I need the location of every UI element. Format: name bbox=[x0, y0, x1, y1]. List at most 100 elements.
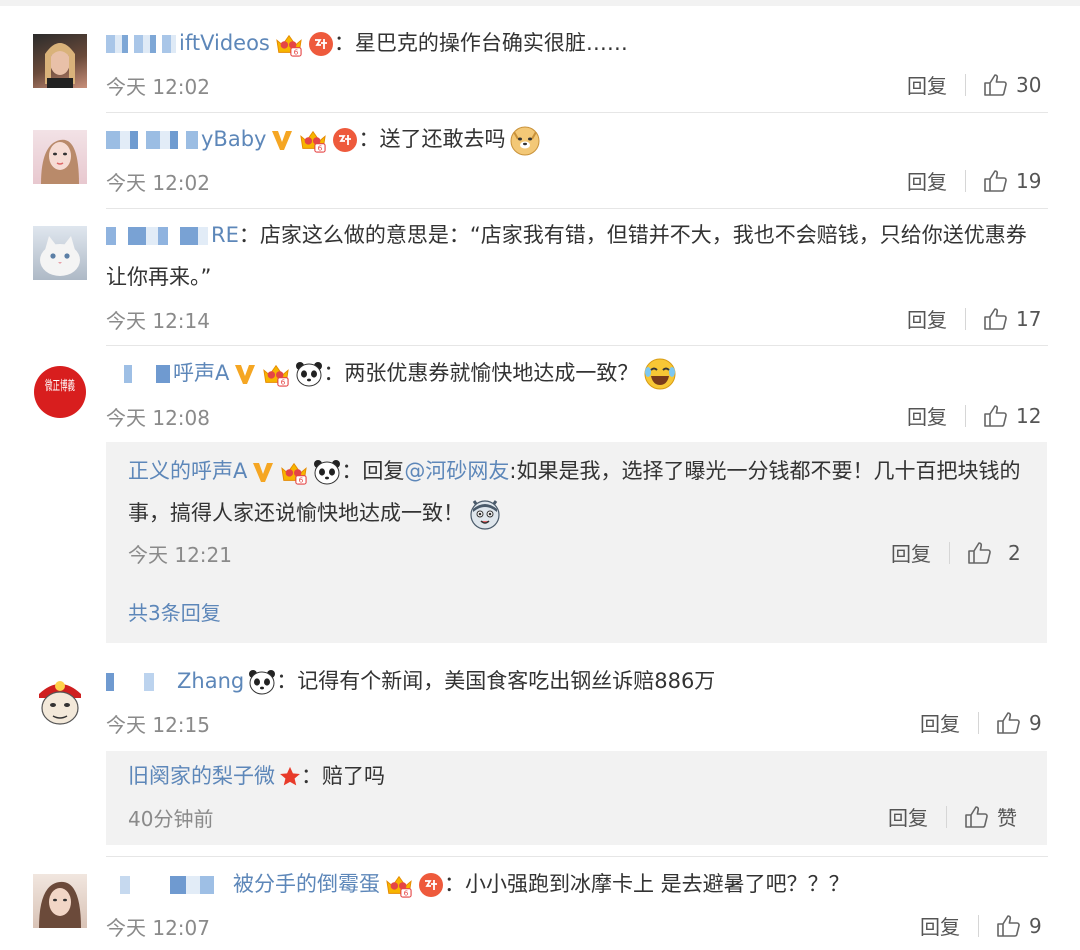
reply-text: 旧阕家的梨子微 ：赔了吗 bbox=[128, 755, 1028, 797]
avatar[interactable] bbox=[33, 226, 87, 280]
divider bbox=[978, 914, 979, 937]
comment-actions: 回复 9 bbox=[920, 708, 1042, 737]
timestamp: 今天 12:02 bbox=[106, 75, 210, 99]
like-count: 17 bbox=[1016, 306, 1042, 331]
doge-emoji bbox=[509, 124, 541, 156]
red-badge-icon bbox=[418, 872, 444, 898]
crown-icon bbox=[384, 872, 414, 898]
divider bbox=[978, 711, 979, 734]
comment-text: yBaby ：送了还敢去吗 bbox=[106, 118, 1041, 160]
thumbs-up-icon[interactable] bbox=[982, 306, 1008, 332]
username-mask bbox=[106, 131, 198, 149]
timestamp: 今天 12:21 bbox=[128, 543, 232, 567]
reply-body: ：赔了吗 bbox=[301, 764, 385, 788]
username-link[interactable]: yBaby bbox=[201, 127, 266, 151]
panda-icon bbox=[313, 459, 341, 485]
reply-prefix: ：回复 bbox=[341, 459, 405, 483]
divider bbox=[949, 541, 950, 564]
reply-button[interactable]: 回复 bbox=[888, 802, 928, 831]
comment-item: RE：店家这么做的意思是：“店家我有错，但错并不大，我也不会赔钱，只给你送优惠券… bbox=[0, 208, 1080, 345]
reply-button[interactable]: 回复 bbox=[920, 911, 960, 940]
comment-body: ：店家这么做的意思是：“店家我有错，但错并不大，我也不会赔钱，只给你送优惠券让你… bbox=[106, 223, 1027, 289]
thumbs-up-icon[interactable] bbox=[963, 804, 989, 830]
like-count: 30 bbox=[1016, 72, 1042, 97]
comment-body: ：送了还敢去吗 bbox=[358, 127, 506, 151]
thumbs-up-icon[interactable] bbox=[982, 168, 1008, 194]
comment-text: iftVideos ：星巴克的操作台确实很脏…… bbox=[106, 22, 1041, 64]
reply-button[interactable]: 回复 bbox=[891, 538, 931, 567]
comment-actions: 回复 30 bbox=[907, 70, 1041, 99]
username-link[interactable]: RE bbox=[211, 223, 239, 247]
reply-box: 旧阕家的梨子微 ：赔了吗 40分钟前 回复 赞 bbox=[106, 751, 1047, 845]
thumbs-up-icon[interactable] bbox=[966, 540, 992, 566]
reply-button[interactable]: 回复 bbox=[907, 401, 947, 430]
mention-link[interactable]: @河砂网友 bbox=[404, 459, 509, 483]
reply-button[interactable]: 回复 bbox=[907, 166, 947, 195]
reply-button[interactable]: 回复 bbox=[907, 304, 947, 333]
comment-body: ：星巴克的操作台确实很脏…… bbox=[333, 31, 628, 55]
comment-actions: 回复 12 bbox=[907, 401, 1041, 430]
divider bbox=[946, 805, 947, 828]
username-link[interactable]: iftVideos bbox=[179, 31, 270, 55]
like-count: 2 bbox=[1008, 540, 1021, 565]
crown-icon bbox=[279, 459, 309, 485]
divider bbox=[965, 307, 966, 330]
crown-icon bbox=[298, 127, 328, 153]
comment-item: 微正博義 呼声A ：两张优惠券就愉快地达成一致？ 今天 12:08 回复 12 正… bbox=[0, 345, 1080, 655]
username-link[interactable]: Zhang bbox=[177, 669, 244, 693]
timestamp: 40分钟前 bbox=[128, 807, 214, 831]
comment-body: ：记得有个新闻，美国食客吃出钢丝诉赔886万 bbox=[276, 669, 716, 693]
divider bbox=[965, 169, 966, 192]
red-badge-icon bbox=[332, 127, 358, 153]
comment-item: yBaby ：送了还敢去吗 今天 12:02 回复 19 bbox=[0, 112, 1080, 208]
like-count: 9 bbox=[1029, 913, 1042, 938]
avatar[interactable] bbox=[33, 130, 87, 184]
thumbs-up-icon[interactable] bbox=[982, 72, 1008, 98]
reply-username-link[interactable]: 旧阕家的梨子微 bbox=[128, 764, 275, 788]
like-count: 9 bbox=[1029, 710, 1042, 735]
vip-v-icon bbox=[233, 362, 257, 386]
thumbs-up-icon[interactable] bbox=[982, 403, 1008, 429]
timestamp: 今天 12:02 bbox=[106, 171, 210, 195]
reply-username-link[interactable]: 正义的呼声A bbox=[128, 459, 247, 483]
thumbs-up-icon[interactable] bbox=[995, 710, 1021, 736]
timestamp: 今天 12:07 bbox=[106, 916, 210, 940]
divider bbox=[965, 404, 966, 427]
username-link[interactable]: 呼声A bbox=[173, 361, 229, 385]
username-mask bbox=[106, 227, 208, 245]
timestamp: 今天 12:08 bbox=[106, 406, 210, 430]
comment-body: ：两张优惠券就愉快地达成一致？ bbox=[323, 361, 639, 385]
reply-text: 正义的呼声A ：回复@河砂网友:如果是我，选择了曝光一分钱都不要！几十百把块钱的事… bbox=[128, 450, 1028, 534]
avatar-seal-text: 微正博義 bbox=[45, 378, 75, 394]
like-count: 12 bbox=[1016, 403, 1042, 428]
reply-button[interactable]: 回复 bbox=[920, 708, 960, 737]
reply-actions: 回复 2 bbox=[891, 538, 1021, 567]
timestamp: 今天 12:15 bbox=[106, 713, 210, 737]
husky-emoji bbox=[468, 497, 502, 531]
avatar[interactable]: 微正博義 bbox=[33, 365, 87, 419]
comment-text: 被分手的倒霉蛋 ：小小强跑到冰摩卡上 是去避暑了吧？？？ bbox=[106, 863, 1041, 905]
divider bbox=[965, 73, 966, 96]
crown-icon bbox=[261, 361, 291, 387]
avatar[interactable] bbox=[33, 874, 87, 928]
username-mask bbox=[106, 673, 174, 691]
panda-icon bbox=[295, 361, 323, 387]
reply-button[interactable]: 回复 bbox=[907, 70, 947, 99]
red-badge-icon bbox=[308, 31, 334, 57]
username-link[interactable]: 被分手的倒霉蛋 bbox=[233, 872, 380, 896]
vip-v-icon bbox=[251, 460, 275, 484]
comment-actions: 回复 9 bbox=[920, 911, 1042, 940]
laughing-emoji bbox=[642, 358, 678, 390]
view-more-replies-link[interactable]: 共3条回复 bbox=[128, 597, 221, 626]
crown-icon bbox=[274, 31, 304, 57]
thumbs-up-icon[interactable] bbox=[995, 913, 1021, 939]
like-count: 19 bbox=[1016, 168, 1042, 193]
comment-item: 被分手的倒霉蛋 ：小小强跑到冰摩卡上 是去避暑了吧？？？ 今天 12:07 回复 … bbox=[0, 856, 1080, 950]
comment-text: RE：店家这么做的意思是：“店家我有错，但错并不大，我也不会赔钱，只给你送优惠券… bbox=[106, 214, 1041, 298]
like-label[interactable]: 赞 bbox=[997, 802, 1017, 831]
comment-actions: 回复 19 bbox=[907, 166, 1041, 195]
username-mask bbox=[106, 365, 170, 383]
reply-box: 正义的呼声A ：回复@河砂网友:如果是我，选择了曝光一分钱都不要！几十百把块钱的事… bbox=[106, 442, 1047, 643]
avatar[interactable] bbox=[33, 34, 87, 88]
avatar[interactable] bbox=[33, 672, 87, 726]
